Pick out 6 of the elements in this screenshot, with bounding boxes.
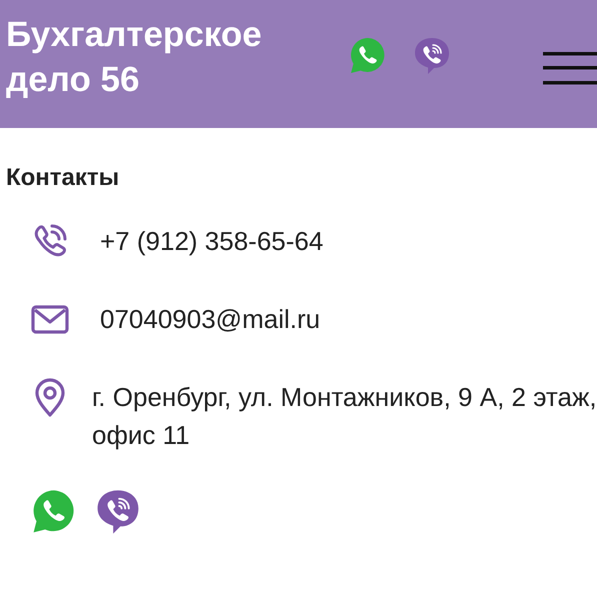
section-heading: Контакты [6, 164, 120, 192]
viber-icon[interactable] [412, 36, 452, 76]
phone-link[interactable]: +7 (912) 358-65-64 [100, 222, 324, 260]
email-link[interactable]: 07040903@mail.ru [100, 300, 320, 338]
site-title: Бухгалтерское дело 56 [6, 14, 263, 101]
address-text: г. Оренбург, ул. Монтажников, 9 А, 2 этаж, офис 11 [92, 381, 597, 452]
